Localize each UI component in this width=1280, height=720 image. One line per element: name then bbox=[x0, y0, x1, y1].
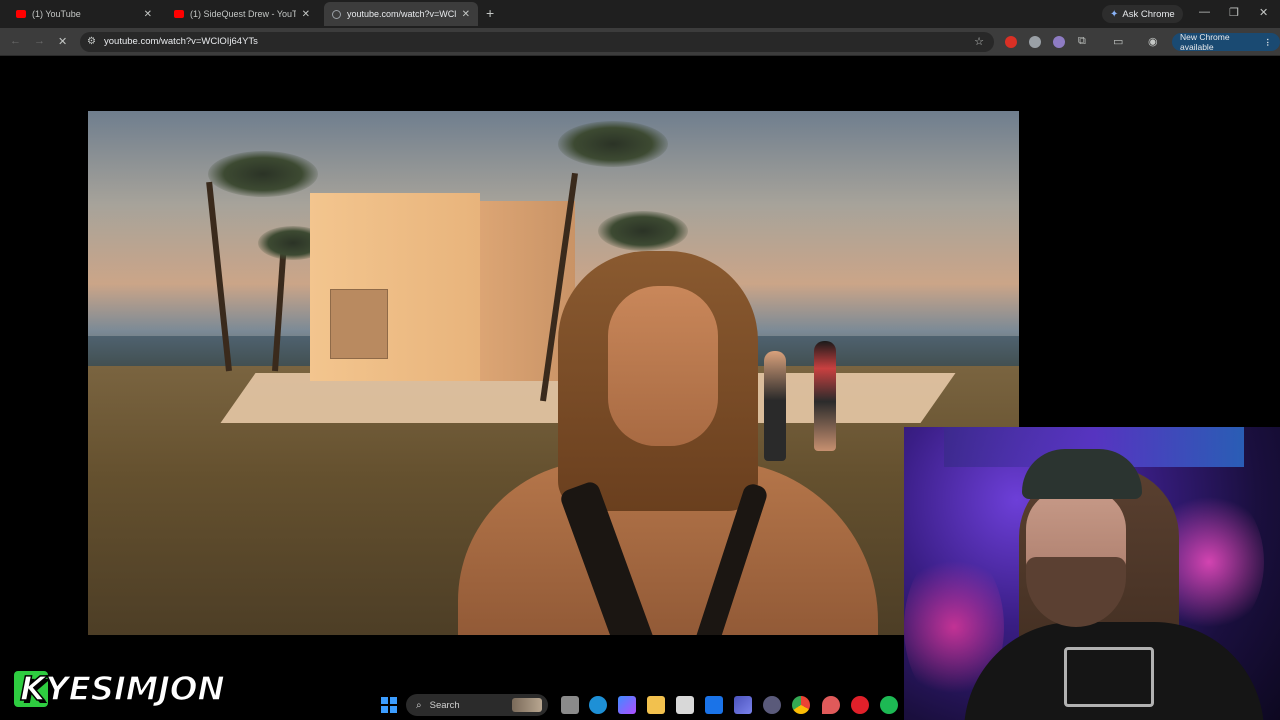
folder-icon[interactable] bbox=[647, 696, 665, 714]
tab-title: (1) YouTube bbox=[32, 9, 81, 19]
search-icon: ⌕ bbox=[416, 699, 422, 711]
ask-chrome-button[interactable]: ✦ Ask Chrome bbox=[1102, 5, 1183, 23]
forward-icon[interactable]: → bbox=[34, 35, 45, 47]
background-person bbox=[764, 351, 786, 461]
file-icon[interactable] bbox=[561, 696, 579, 714]
palm-frond bbox=[598, 211, 688, 251]
globe-icon bbox=[332, 9, 341, 19]
app-icon[interactable] bbox=[763, 696, 781, 714]
tab-strip: (1) YouTube ✕ (1) SideQuest Drew - YouTu… bbox=[0, 0, 1280, 28]
video-player[interactable] bbox=[88, 111, 1019, 635]
browser-toolbar: ← → ✕ ⚙ youtube.com/watch?v=WClOIj64YTs … bbox=[0, 28, 1280, 56]
more-menu-icon[interactable]: ⋮ bbox=[1264, 37, 1273, 48]
windows-start-icon[interactable] bbox=[380, 696, 398, 714]
teams-icon[interactable] bbox=[734, 696, 752, 714]
address-bar[interactable]: ⚙ youtube.com/watch?v=WClOIj64YTs ☆ bbox=[80, 32, 994, 52]
extension-grey-icon[interactable] bbox=[1029, 36, 1041, 48]
close-icon[interactable]: ✕ bbox=[302, 9, 310, 20]
channel-logo-text: YESIMJON bbox=[44, 668, 225, 709]
tab-youtube[interactable]: (1) YouTube ✕ bbox=[8, 4, 160, 24]
minimize-icon[interactable]: — bbox=[1199, 6, 1210, 18]
close-icon[interactable]: ✕ bbox=[462, 9, 470, 20]
copilot-icon[interactable] bbox=[618, 696, 636, 714]
profile-avatar-icon[interactable]: ◉ bbox=[1148, 35, 1158, 48]
url-text[interactable]: youtube.com/watch?v=WClOIj64YTs bbox=[104, 36, 258, 47]
maps-icon[interactable] bbox=[822, 696, 840, 714]
youtube-icon bbox=[174, 10, 184, 18]
background-person bbox=[814, 341, 836, 451]
palm-frond bbox=[558, 121, 668, 167]
tab-active-watch[interactable]: youtube.com/watch?v=WClOIj ✕ bbox=[324, 2, 478, 26]
spotify-icon[interactable] bbox=[880, 696, 898, 714]
new-tab-button[interactable]: + bbox=[486, 5, 494, 21]
side-panel-icon[interactable]: ▭ bbox=[1113, 35, 1123, 48]
taskbar-search[interactable]: ⌕ Search bbox=[406, 694, 548, 716]
webcam-overlay bbox=[904, 427, 1280, 720]
tab-title: youtube.com/watch?v=WClOIj bbox=[347, 9, 456, 19]
video-subject-face bbox=[608, 286, 718, 446]
stop-loading-icon[interactable]: ✕ bbox=[58, 35, 67, 48]
search-highlight-image bbox=[512, 698, 542, 712]
chrome-icon[interactable] bbox=[792, 696, 810, 714]
site-info-icon[interactable]: ⚙ bbox=[87, 36, 96, 47]
search-label: Search bbox=[429, 699, 460, 711]
extensions-puzzle-icon[interactable]: ⧉ bbox=[1078, 35, 1086, 48]
bookmark-star-icon[interactable]: ☆ bbox=[974, 35, 984, 48]
new-chrome-available-button[interactable]: New Chrome available ⋮ bbox=[1172, 32, 1280, 52]
video-scene-door bbox=[330, 289, 388, 359]
restore-icon[interactable]: ❐ bbox=[1229, 6, 1239, 19]
mail-icon[interactable] bbox=[705, 696, 723, 714]
webcam-streamer-cap bbox=[1022, 449, 1142, 499]
close-window-icon[interactable]: ✕ bbox=[1259, 6, 1268, 19]
tab-sidequest-drew[interactable]: (1) SideQuest Drew - YouTube ✕ bbox=[166, 4, 318, 24]
edge-icon[interactable] bbox=[589, 696, 607, 714]
tab-title: (1) SideQuest Drew - YouTube bbox=[190, 9, 296, 19]
extension-red-icon[interactable] bbox=[1005, 36, 1017, 48]
back-icon[interactable]: ← bbox=[10, 35, 21, 47]
ask-chrome-label: Ask Chrome bbox=[1122, 8, 1175, 20]
sparkle-icon: ✦ bbox=[1110, 8, 1119, 20]
channel-logo: KYESIMJON bbox=[19, 668, 225, 709]
close-icon[interactable]: ✕ bbox=[144, 9, 152, 20]
windows-taskbar: ⌕ Search bbox=[370, 690, 910, 720]
extension-purple-icon[interactable] bbox=[1053, 36, 1065, 48]
webcam-shirt-print bbox=[1064, 647, 1154, 707]
new-chrome-label: New Chrome available bbox=[1180, 32, 1230, 52]
palm-frond bbox=[208, 151, 318, 197]
store-icon[interactable] bbox=[676, 696, 694, 714]
youtube-icon bbox=[16, 10, 26, 18]
channel-logo-initial: K bbox=[19, 668, 46, 709]
opera-icon[interactable] bbox=[851, 696, 869, 714]
